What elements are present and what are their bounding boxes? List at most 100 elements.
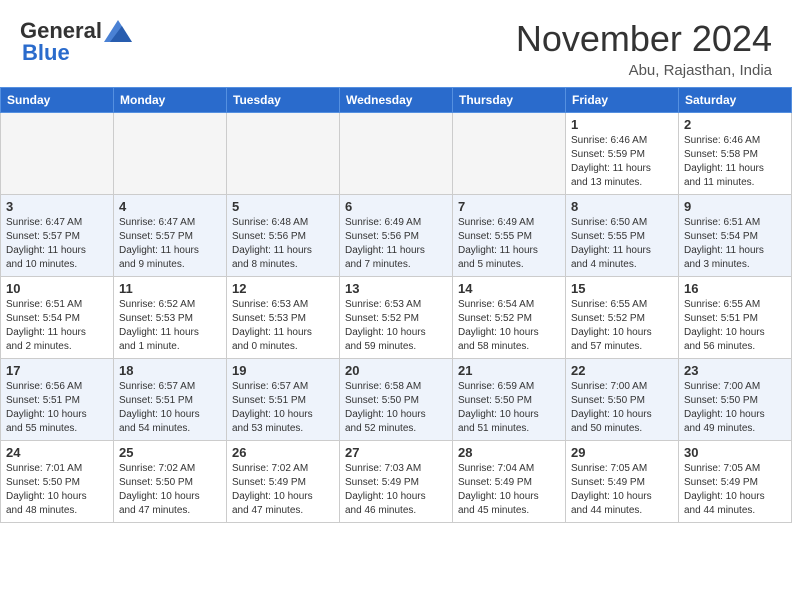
calendar-day-cell: 16 Sunrise: 6:55 AM Sunset: 5:51 PM Dayli… [679,277,792,359]
day-number: 4 [119,199,221,214]
calendar-day-cell [340,113,453,195]
calendar-week-row: 17 Sunrise: 6:56 AM Sunset: 5:51 PM Dayli… [1,359,792,441]
day-number: 21 [458,363,560,378]
day-info: Sunrise: 6:48 AM Sunset: 5:56 PM Dayligh… [232,216,334,272]
calendar-day-cell: 3 Sunrise: 6:47 AM Sunset: 5:57 PM Daylig… [1,195,114,277]
day-number: 30 [684,445,786,460]
weekday-header: Wednesday [340,88,453,113]
calendar-day-cell: 26Sunrise: 7:02 AM Sunset: 5:49 PM Dayli… [227,441,340,523]
header: General Blue November 2024 Abu, Rajastha… [0,0,792,87]
calendar-day-cell: 21Sunrise: 6:59 AM Sunset: 5:50 PM Dayli… [453,359,566,441]
day-info: Sunrise: 7:00 AM Sunset: 5:50 PM Dayligh… [684,380,786,436]
weekday-header: Tuesday [227,88,340,113]
day-info: Sunrise: 6:47 AM Sunset: 5:57 PM Dayligh… [119,216,221,272]
day-info: Sunrise: 6:57 AM Sunset: 5:51 PM Dayligh… [119,380,221,436]
calendar-day-cell: 19 Sunrise: 6:57 AM Sunset: 5:51 PM Dayli… [227,359,340,441]
day-number: 2 [684,117,786,132]
day-number: 23 [684,363,786,378]
day-info: Sunrise: 6:56 AM Sunset: 5:51 PM Dayligh… [6,380,108,436]
day-number: 3 [6,199,108,214]
day-number: 19 [232,363,334,378]
day-info: Sunrise: 6:51 AM Sunset: 5:54 PM Dayligh… [684,216,786,272]
calendar-day-cell: 24 Sunrise: 7:01 AM Sunset: 5:50 PM Dayli… [1,441,114,523]
day-number: 8 [571,199,673,214]
day-number: 6 [345,199,447,214]
calendar-week-row: 3 Sunrise: 6:47 AM Sunset: 5:57 PM Daylig… [1,195,792,277]
day-info: Sunrise: 6:51 AM Sunset: 5:54 PM Dayligh… [6,298,108,354]
day-number: 14 [458,281,560,296]
day-info: Sunrise: 7:05 AM Sunset: 5:49 PM Dayligh… [571,462,673,518]
weekday-header: Thursday [453,88,566,113]
day-info: Sunrise: 7:01 AM Sunset: 5:50 PM Dayligh… [6,462,108,518]
calendar-day-cell: 7Sunrise: 6:49 AM Sunset: 5:55 PM Daylig… [453,195,566,277]
calendar-day-cell: 5Sunrise: 6:48 AM Sunset: 5:56 PM Daylig… [227,195,340,277]
weekday-header: Monday [114,88,227,113]
day-info: Sunrise: 6:54 AM Sunset: 5:52 PM Dayligh… [458,298,560,354]
day-number: 20 [345,363,447,378]
calendar-day-cell: 15 Sunrise: 6:55 AM Sunset: 5:52 PM Dayli… [566,277,679,359]
calendar-week-row: 10 Sunrise: 6:51 AM Sunset: 5:54 PM Dayli… [1,277,792,359]
day-number: 11 [119,281,221,296]
calendar-day-cell: 6Sunrise: 6:49 AM Sunset: 5:56 PM Daylig… [340,195,453,277]
day-number: 29 [571,445,673,460]
calendar-day-cell: 29 Sunrise: 7:05 AM Sunset: 5:49 PM Dayli… [566,441,679,523]
day-info: Sunrise: 6:57 AM Sunset: 5:51 PM Dayligh… [232,380,334,436]
day-number: 27 [345,445,447,460]
weekday-header: Saturday [679,88,792,113]
day-info: Sunrise: 6:50 AM Sunset: 5:55 PM Dayligh… [571,216,673,272]
calendar-day-cell: 13Sunrise: 6:53 AM Sunset: 5:52 PM Dayli… [340,277,453,359]
calendar-day-cell: 22Sunrise: 7:00 AM Sunset: 5:50 PM Dayli… [566,359,679,441]
day-number: 13 [345,281,447,296]
month-title: November 2024 [516,18,772,60]
day-number: 16 [684,281,786,296]
calendar-day-cell [227,113,340,195]
calendar-header-row: SundayMondayTuesdayWednesdayThursdayFrid… [1,88,792,113]
calendar-day-cell: 2 Sunrise: 6:46 AM Sunset: 5:58 PM Daylig… [679,113,792,195]
day-number: 1 [571,117,673,132]
weekday-header: Friday [566,88,679,113]
day-number: 9 [684,199,786,214]
calendar-day-cell: 9 Sunrise: 6:51 AM Sunset: 5:54 PM Daylig… [679,195,792,277]
calendar-day-cell [1,113,114,195]
calendar-day-cell: 18 Sunrise: 6:57 AM Sunset: 5:51 PM Dayli… [114,359,227,441]
day-number: 26 [232,445,334,460]
day-number: 12 [232,281,334,296]
day-number: 15 [571,281,673,296]
day-info: Sunrise: 6:55 AM Sunset: 5:51 PM Dayligh… [684,298,786,354]
calendar-day-cell: 4 Sunrise: 6:47 AM Sunset: 5:57 PM Daylig… [114,195,227,277]
location: Abu, Rajasthan, India [516,62,772,79]
day-info: Sunrise: 7:04 AM Sunset: 5:49 PM Dayligh… [458,462,560,518]
day-info: Sunrise: 6:49 AM Sunset: 5:55 PM Dayligh… [458,216,560,272]
day-info: Sunrise: 6:53 AM Sunset: 5:53 PM Dayligh… [232,298,334,354]
calendar-day-cell: 27Sunrise: 7:03 AM Sunset: 5:49 PM Dayli… [340,441,453,523]
day-info: Sunrise: 6:55 AM Sunset: 5:52 PM Dayligh… [571,298,673,354]
day-number: 18 [119,363,221,378]
logo-blue-text: Blue [22,40,70,66]
logo: General Blue [20,18,132,66]
calendar-day-cell: 20 Sunrise: 6:58 AM Sunset: 5:50 PM Dayli… [340,359,453,441]
calendar-day-cell: 11 Sunrise: 6:52 AM Sunset: 5:53 PM Dayli… [114,277,227,359]
day-number: 25 [119,445,221,460]
weekday-header: Sunday [1,88,114,113]
day-number: 10 [6,281,108,296]
day-info: Sunrise: 6:46 AM Sunset: 5:58 PM Dayligh… [684,134,786,190]
calendar-day-cell: 14 Sunrise: 6:54 AM Sunset: 5:52 PM Dayli… [453,277,566,359]
calendar-day-cell: 23 Sunrise: 7:00 AM Sunset: 5:50 PM Dayli… [679,359,792,441]
calendar-day-cell [114,113,227,195]
day-info: Sunrise: 7:05 AM Sunset: 5:49 PM Dayligh… [684,462,786,518]
day-info: Sunrise: 7:00 AM Sunset: 5:50 PM Dayligh… [571,380,673,436]
day-number: 17 [6,363,108,378]
day-info: Sunrise: 6:52 AM Sunset: 5:53 PM Dayligh… [119,298,221,354]
calendar-week-row: 24 Sunrise: 7:01 AM Sunset: 5:50 PM Dayli… [1,441,792,523]
page: General Blue November 2024 Abu, Rajastha… [0,0,792,523]
logo-icon [104,20,132,42]
calendar-week-row: 1 Sunrise: 6:46 AM Sunset: 5:59 PM Daylig… [1,113,792,195]
day-info: Sunrise: 6:46 AM Sunset: 5:59 PM Dayligh… [571,134,673,190]
day-info: Sunrise: 6:47 AM Sunset: 5:57 PM Dayligh… [6,216,108,272]
calendar-day-cell: 30 Sunrise: 7:05 AM Sunset: 5:49 PM Dayli… [679,441,792,523]
calendar-day-cell [453,113,566,195]
day-number: 24 [6,445,108,460]
day-info: Sunrise: 6:58 AM Sunset: 5:50 PM Dayligh… [345,380,447,436]
calendar-day-cell: 25Sunrise: 7:02 AM Sunset: 5:50 PM Dayli… [114,441,227,523]
calendar-table: SundayMondayTuesdayWednesdayThursdayFrid… [0,87,792,523]
